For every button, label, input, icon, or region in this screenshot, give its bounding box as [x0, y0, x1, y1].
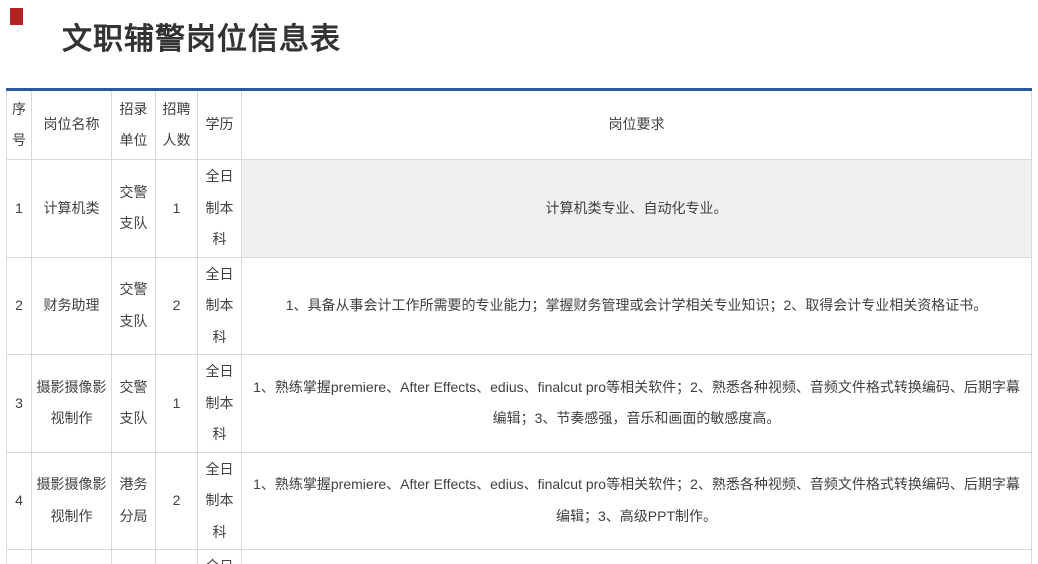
- column-header-count: 招聘人数: [155, 89, 198, 160]
- cell-no: 1: [6, 159, 32, 258]
- cell-count: 1: [155, 159, 198, 258]
- cell-no: 5: [6, 549, 32, 564]
- table-row: 3 摄影摄像影视制作 交警支队 1 全日制本科 1、熟练掌握premiere、After …: [6, 354, 1032, 453]
- header-row: 序号 岗位名称 招录单位 招聘人数 学历 岗位要求: [6, 89, 1032, 160]
- cell-unit: 交警支队: [111, 354, 156, 453]
- cell-unit: 交警支队: [111, 549, 156, 564]
- cell-unit: 交警支队: [111, 256, 156, 355]
- page-title: 文职辅警岗位信息表: [62, 23, 341, 56]
- cell-unit: 交警支队: [111, 159, 156, 258]
- red-square-icon: [10, 8, 23, 25]
- column-header-no: 序号: [6, 89, 32, 160]
- page: 文职辅警岗位信息表 序号 岗位名称 招录单位 招聘人数 学历 岗位要求 1 计算机类 交警支队…: [0, 0, 1038, 564]
- cell-no: 2: [6, 256, 32, 355]
- table-body: 1 计算机类 交警支队 1 全日制本科 计算机类专业、自动化专业。 2 财务助理 交警支队 2 全日…: [6, 159, 1032, 564]
- cell-education: 全日制本科: [197, 159, 242, 258]
- cell-unit: 港务分局: [111, 451, 156, 550]
- cell-requirements: 1、熟练掌握premiere、After Effects、edius、final…: [241, 354, 1032, 453]
- cell-education: 全日制本科: [197, 451, 242, 550]
- cell-count: 2: [155, 256, 198, 355]
- cell-position: 财务助理: [31, 256, 112, 355]
- column-header-position: 岗位名称: [31, 89, 112, 160]
- cell-education: 全日制本科: [197, 354, 242, 453]
- table-row: 1 计算机类 交警支队 1 全日制本科 计算机类专业、自动化专业。: [6, 159, 1032, 258]
- cell-count: 2: [155, 451, 198, 550]
- cell-no: 3: [6, 354, 32, 453]
- table-row: 2 财务助理 交警支队 2 全日制本科 1、具备从事会计工作所需要的专业能力；掌握财务管理…: [6, 256, 1032, 355]
- cell-no: 4: [6, 451, 32, 550]
- cell-position: 摄影摄像影视制作: [31, 354, 112, 453]
- column-header-education: 学历: [197, 89, 242, 160]
- cell-count: 1: [155, 354, 198, 453]
- cell-count: 2: [155, 549, 198, 564]
- column-header-unit: 招录单位: [111, 89, 156, 160]
- cell-position: 摄影摄像影视制作: [31, 451, 112, 550]
- table-row: 5文字综合交警支队2全日制本科1、具有过硬的文字方面在基本功；有正确的思想方法，…: [6, 549, 1032, 564]
- cell-requirements: 1、具备从事会计工作所需要的专业能力；掌握财务管理或会计学相关专业知识；2、取得…: [241, 256, 1032, 355]
- job-positions-table: 序号 岗位名称 招录单位 招聘人数 学历 岗位要求 1 计算机类 交警支队 1 全日制本科 计算机类…: [6, 88, 1032, 564]
- cell-position: 计算机类: [31, 159, 112, 258]
- column-header-requirements: 岗位要求: [241, 89, 1032, 160]
- cell-requirements: 1、熟练掌握premiere、After Effects、edius、final…: [241, 451, 1032, 550]
- cell-requirements: 1、具有过硬的文字方面在基本功；有正确的思想方法，写作具有深度和力度；2、有扎实…: [241, 549, 1032, 564]
- table-row: 4 摄影摄像影视制作 港务分局 2 全日制本科 1、熟练掌握premiere、After …: [6, 451, 1032, 550]
- table-header: 序号 岗位名称 招录单位 招聘人数 学历 岗位要求: [6, 89, 1032, 160]
- cell-education: 全日制本科: [197, 549, 242, 564]
- cell-requirements: 计算机类专业、自动化专业。: [241, 159, 1032, 258]
- cell-education: 全日制本科: [197, 256, 242, 355]
- cell-position: 文字综合: [31, 549, 112, 564]
